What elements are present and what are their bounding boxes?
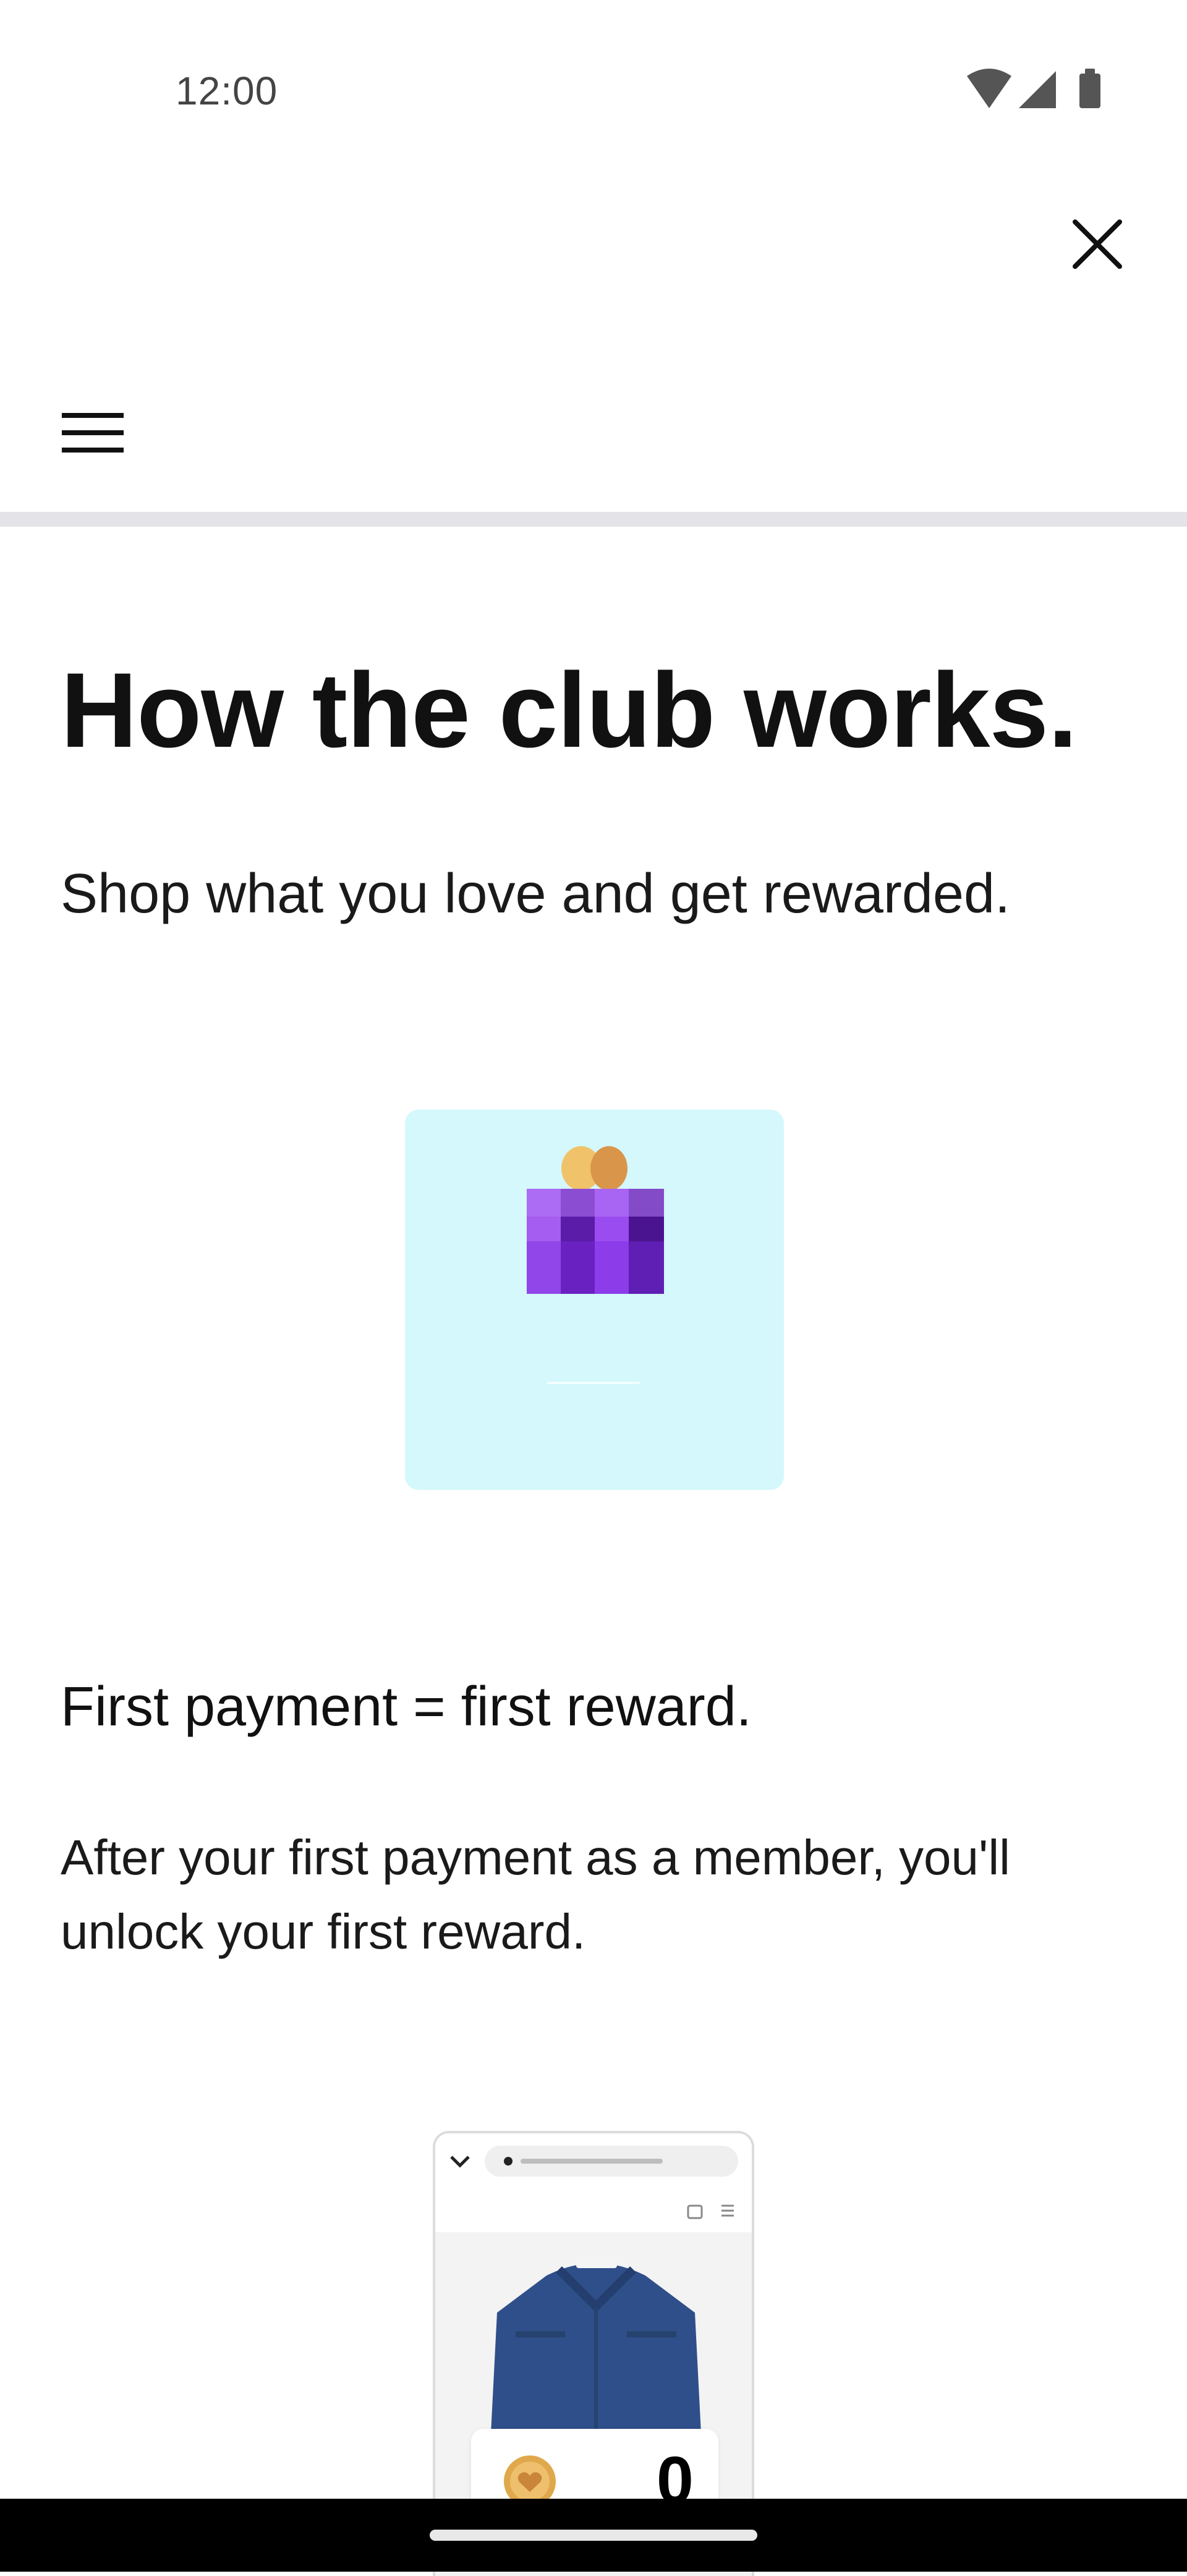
chevron-down-icon bbox=[450, 2156, 470, 2168]
wifi-icon bbox=[967, 69, 1011, 108]
home-gesture-handle[interactable] bbox=[430, 2530, 757, 2541]
step-body: After your first payment as a member, yo… bbox=[61, 1830, 1010, 1959]
gift-box-icon bbox=[527, 1189, 664, 1294]
gesture-nav-bar bbox=[0, 2499, 1187, 2572]
status-bar: 12:00 bbox=[0, 0, 1187, 179]
close-icon bbox=[1073, 219, 1122, 269]
cellular-signal-icon bbox=[1019, 71, 1056, 108]
mock-browser-bar bbox=[435, 2133, 752, 2232]
page-subtitle: Shop what you love and get rewarded. bbox=[61, 863, 1011, 925]
hamburger-menu-icon bbox=[62, 413, 124, 453]
close-button[interactable] bbox=[1063, 210, 1131, 278]
nav-bar bbox=[0, 359, 1187, 513]
page-title: How the club works. bbox=[61, 651, 1078, 770]
battery-icon bbox=[1079, 69, 1100, 108]
status-icons bbox=[964, 65, 1113, 114]
menu-button[interactable] bbox=[56, 396, 130, 470]
mock-toolbar-icons bbox=[687, 2204, 734, 2219]
nav-divider bbox=[0, 512, 1187, 527]
gift-box-illustration bbox=[405, 1110, 784, 1490]
status-time: 12:00 bbox=[176, 69, 278, 113]
mock-url-field bbox=[485, 2146, 738, 2177]
ribbon-bow-icon bbox=[561, 1146, 628, 1191]
step-title: First payment = first reward. bbox=[61, 1676, 752, 1738]
